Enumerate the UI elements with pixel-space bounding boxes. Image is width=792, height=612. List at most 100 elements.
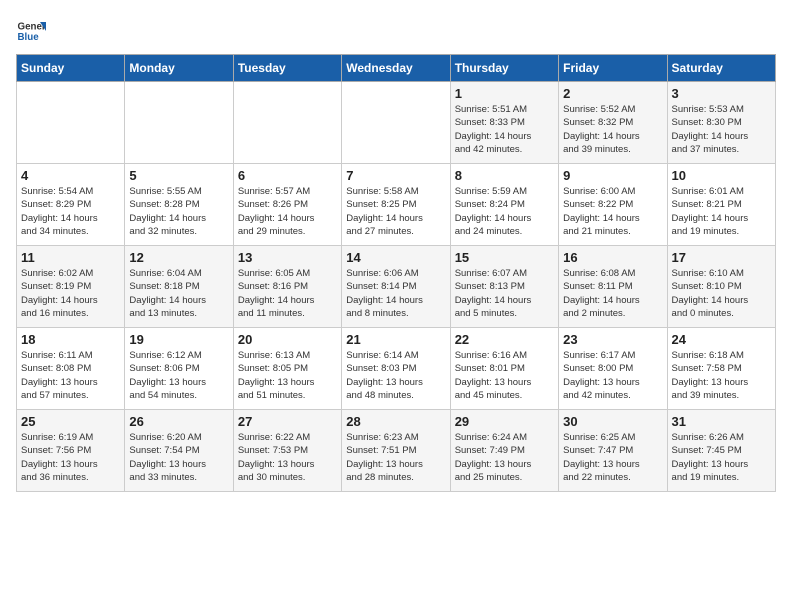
day-number: 14 xyxy=(346,250,445,265)
calendar-cell: 19 Sunrise: 6:12 AM Sunset: 8:06 PM Dayli… xyxy=(125,328,233,410)
calendar-cell xyxy=(125,82,233,164)
calendar-cell: 27Sunrise: 6:22 AM Sunset: 7:53 PM Dayli… xyxy=(233,410,341,492)
day-header-sunday: Sunday xyxy=(17,55,125,82)
day-number: 19 xyxy=(129,332,228,347)
calendar-cell: 21Sunrise: 6:14 AM Sunset: 8:03 PM Dayli… xyxy=(342,328,450,410)
cell-info: Sunrise: 6:22 AM Sunset: 7:53 PM Dayligh… xyxy=(238,431,337,484)
cell-info: Sunrise: 5:52 AM Sunset: 8:32 PM Dayligh… xyxy=(563,103,662,156)
day-number: 25 xyxy=(21,414,120,429)
day-header-thursday: Thursday xyxy=(450,55,558,82)
day-header-monday: Monday xyxy=(125,55,233,82)
day-number: 16 xyxy=(563,250,662,265)
calendar-table: SundayMondayTuesdayWednesdayThursdayFrid… xyxy=(16,54,776,492)
cell-info: Sunrise: 6:10 AM Sunset: 8:10 PM Dayligh… xyxy=(672,267,771,320)
day-number: 24 xyxy=(672,332,771,347)
cell-info: Sunrise: 6:13 AM Sunset: 8:05 PM Dayligh… xyxy=(238,349,337,402)
calendar-cell: 2 Sunrise: 5:52 AM Sunset: 8:32 PM Daylig… xyxy=(559,82,667,164)
calendar-cell: 3 Sunrise: 5:53 AM Sunset: 8:30 PM Daylig… xyxy=(667,82,775,164)
calendar-cell: 28 Sunrise: 6:23 AM Sunset: 7:51 PM Dayli… xyxy=(342,410,450,492)
cell-info: Sunrise: 5:57 AM Sunset: 8:26 PM Dayligh… xyxy=(238,185,337,238)
cell-info: Sunrise: 6:23 AM Sunset: 7:51 PM Dayligh… xyxy=(346,431,445,484)
calendar-cell: 6 Sunrise: 5:57 AM Sunset: 8:26 PM Daylig… xyxy=(233,164,341,246)
calendar-cell: 16 Sunrise: 6:08 AM Sunset: 8:11 PM Dayli… xyxy=(559,246,667,328)
day-number: 15 xyxy=(455,250,554,265)
calendar-cell: 23 Sunrise: 6:17 AM Sunset: 8:00 PM Dayli… xyxy=(559,328,667,410)
calendar-cell: 17 Sunrise: 6:10 AM Sunset: 8:10 PM Dayli… xyxy=(667,246,775,328)
cell-info: Sunrise: 5:54 AM Sunset: 8:29 PM Dayligh… xyxy=(21,185,120,238)
cell-info: Sunrise: 6:26 AM Sunset: 7:45 PM Dayligh… xyxy=(672,431,771,484)
calendar-cell: 25 Sunrise: 6:19 AM Sunset: 7:56 PM Dayli… xyxy=(17,410,125,492)
calendar-cell: 31 Sunrise: 6:26 AM Sunset: 7:45 PM Dayli… xyxy=(667,410,775,492)
day-number: 30 xyxy=(563,414,662,429)
day-number: 20 xyxy=(238,332,337,347)
cell-info: Sunrise: 6:17 AM Sunset: 8:00 PM Dayligh… xyxy=(563,349,662,402)
cell-info: Sunrise: 5:59 AM Sunset: 8:24 PM Dayligh… xyxy=(455,185,554,238)
calendar-cell xyxy=(342,82,450,164)
calendar-week-1: 1Sunrise: 5:51 AM Sunset: 8:33 PM Daylig… xyxy=(17,82,776,164)
calendar-cell: 22 Sunrise: 6:16 AM Sunset: 8:01 PM Dayli… xyxy=(450,328,558,410)
day-number: 22 xyxy=(455,332,554,347)
cell-info: Sunrise: 6:19 AM Sunset: 7:56 PM Dayligh… xyxy=(21,431,120,484)
cell-info: Sunrise: 6:08 AM Sunset: 8:11 PM Dayligh… xyxy=(563,267,662,320)
day-number: 7 xyxy=(346,168,445,183)
day-header-saturday: Saturday xyxy=(667,55,775,82)
svg-text:Blue: Blue xyxy=(18,32,40,43)
day-number: 10 xyxy=(672,168,771,183)
calendar-cell: 4 Sunrise: 5:54 AM Sunset: 8:29 PM Daylig… xyxy=(17,164,125,246)
calendar-cell: 24 Sunrise: 6:18 AM Sunset: 7:58 PM Dayli… xyxy=(667,328,775,410)
day-number: 17 xyxy=(672,250,771,265)
day-number: 31 xyxy=(672,414,771,429)
cell-info: Sunrise: 6:04 AM Sunset: 8:18 PM Dayligh… xyxy=(129,267,228,320)
cell-info: Sunrise: 6:00 AM Sunset: 8:22 PM Dayligh… xyxy=(563,185,662,238)
cell-info: Sunrise: 6:25 AM Sunset: 7:47 PM Dayligh… xyxy=(563,431,662,484)
day-number: 11 xyxy=(21,250,120,265)
cell-info: Sunrise: 5:55 AM Sunset: 8:28 PM Dayligh… xyxy=(129,185,228,238)
calendar-cell: 20 Sunrise: 6:13 AM Sunset: 8:05 PM Dayli… xyxy=(233,328,341,410)
calendar-cell: 29 Sunrise: 6:24 AM Sunset: 7:49 PM Dayli… xyxy=(450,410,558,492)
cell-info: Sunrise: 6:20 AM Sunset: 7:54 PM Dayligh… xyxy=(129,431,228,484)
cell-info: Sunrise: 6:24 AM Sunset: 7:49 PM Dayligh… xyxy=(455,431,554,484)
day-number: 4 xyxy=(21,168,120,183)
day-number: 3 xyxy=(672,86,771,101)
calendar-cell: 9 Sunrise: 6:00 AM Sunset: 8:22 PM Daylig… xyxy=(559,164,667,246)
day-number: 28 xyxy=(346,414,445,429)
day-number: 6 xyxy=(238,168,337,183)
calendar-cell: 5 Sunrise: 5:55 AM Sunset: 8:28 PM Daylig… xyxy=(125,164,233,246)
cell-info: Sunrise: 5:53 AM Sunset: 8:30 PM Dayligh… xyxy=(672,103,771,156)
cell-info: Sunrise: 6:01 AM Sunset: 8:21 PM Dayligh… xyxy=(672,185,771,238)
day-number: 2 xyxy=(563,86,662,101)
day-number: 26 xyxy=(129,414,228,429)
calendar-cell: 15 Sunrise: 6:07 AM Sunset: 8:13 PM Dayli… xyxy=(450,246,558,328)
calendar-cell: 30 Sunrise: 6:25 AM Sunset: 7:47 PM Dayli… xyxy=(559,410,667,492)
cell-info: Sunrise: 6:16 AM Sunset: 8:01 PM Dayligh… xyxy=(455,349,554,402)
calendar-cell: 8 Sunrise: 5:59 AM Sunset: 8:24 PM Daylig… xyxy=(450,164,558,246)
calendar-cell xyxy=(233,82,341,164)
day-header-tuesday: Tuesday xyxy=(233,55,341,82)
calendar-cell: 11Sunrise: 6:02 AM Sunset: 8:19 PM Dayli… xyxy=(17,246,125,328)
day-number: 12 xyxy=(129,250,228,265)
calendar-cell: 10 Sunrise: 6:01 AM Sunset: 8:21 PM Dayli… xyxy=(667,164,775,246)
header: General Blue xyxy=(16,16,776,46)
day-number: 29 xyxy=(455,414,554,429)
calendar-cell: 12 Sunrise: 6:04 AM Sunset: 8:18 PM Dayli… xyxy=(125,246,233,328)
cell-info: Sunrise: 5:58 AM Sunset: 8:25 PM Dayligh… xyxy=(346,185,445,238)
cell-info: Sunrise: 6:11 AM Sunset: 8:08 PM Dayligh… xyxy=(21,349,120,402)
calendar-week-4: 18Sunrise: 6:11 AM Sunset: 8:08 PM Dayli… xyxy=(17,328,776,410)
cell-info: Sunrise: 6:12 AM Sunset: 8:06 PM Dayligh… xyxy=(129,349,228,402)
day-header-friday: Friday xyxy=(559,55,667,82)
day-number: 9 xyxy=(563,168,662,183)
cell-info: Sunrise: 6:06 AM Sunset: 8:14 PM Dayligh… xyxy=(346,267,445,320)
calendar-cell: 18Sunrise: 6:11 AM Sunset: 8:08 PM Dayli… xyxy=(17,328,125,410)
calendar-cell: 14 Sunrise: 6:06 AM Sunset: 8:14 PM Dayli… xyxy=(342,246,450,328)
day-number: 5 xyxy=(129,168,228,183)
day-number: 23 xyxy=(563,332,662,347)
cell-info: Sunrise: 6:07 AM Sunset: 8:13 PM Dayligh… xyxy=(455,267,554,320)
day-number: 1 xyxy=(455,86,554,101)
cell-info: Sunrise: 6:18 AM Sunset: 7:58 PM Dayligh… xyxy=(672,349,771,402)
logo-icon: General Blue xyxy=(16,16,46,46)
calendar-week-5: 25 Sunrise: 6:19 AM Sunset: 7:56 PM Dayli… xyxy=(17,410,776,492)
calendar-cell xyxy=(17,82,125,164)
calendar-cell: 26 Sunrise: 6:20 AM Sunset: 7:54 PM Dayli… xyxy=(125,410,233,492)
logo: General Blue xyxy=(16,16,46,46)
day-number: 8 xyxy=(455,168,554,183)
